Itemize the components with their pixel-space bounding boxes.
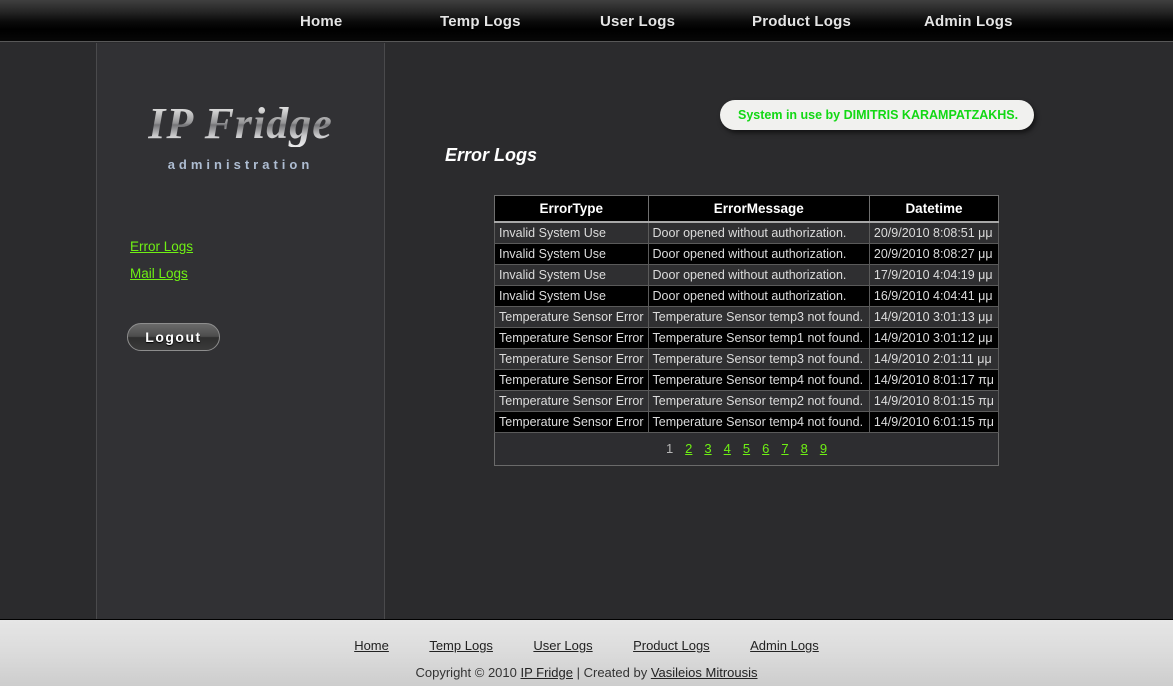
table-row: Invalid System Use Door opened without au… <box>494 243 1000 265</box>
error-logs-table: ErrorType ErrorMessage Datetime Invalid … <box>494 195 1000 466</box>
pagination-page-1: 1 <box>665 441 674 456</box>
footer-author-link[interactable]: Vasileios Mitrousis <box>651 665 758 680</box>
table-cell-errormessage: Temperature Sensor temp4 not found. <box>647 411 870 433</box>
table-row: Invalid System Use Door opened without au… <box>494 285 1000 307</box>
table-cell-errormessage: Temperature Sensor temp3 not found. <box>647 348 870 370</box>
table-head: ErrorType ErrorMessage Datetime <box>494 195 1000 223</box>
pagination-page-5[interactable]: 5 <box>743 441 750 456</box>
table-cell-errormessage: Temperature Sensor temp4 not found. <box>647 369 870 391</box>
sidebar-item-error-logs[interactable]: Error Logs <box>130 239 193 254</box>
table-row: Invalid System Use Door opened without au… <box>494 264 1000 286</box>
nav-item-temp-logs[interactable]: Temp Logs <box>440 13 600 30</box>
page-title: Error Logs <box>445 145 538 165</box>
table-cell-datetime: 17/9/2010 4:04:19 μμ <box>868 264 1000 286</box>
site-logo: IP Fridge <box>148 99 333 148</box>
nav-item-product-logs[interactable]: Product Logs <box>752 13 924 30</box>
table-cell-errormessage: Temperature Sensor temp3 not found. <box>647 306 870 328</box>
table-cell-errortype: Temperature Sensor Error <box>494 411 649 433</box>
table-row: Temperature Sensor Error Temperature Sens… <box>494 327 1000 349</box>
table-cell-datetime: 16/9/2010 4:04:41 μμ <box>868 285 1000 307</box>
table-row: Temperature Sensor Error Temperature Sens… <box>494 411 1000 433</box>
footer-navigation: Home Temp Logs User Logs Product Logs Ad… <box>0 637 1173 655</box>
table-cell-errormessage: Temperature Sensor temp1 not found. <box>647 327 870 349</box>
table-cell-errortype: Invalid System Use <box>494 264 649 286</box>
column-header-errortype[interactable]: ErrorType <box>494 195 649 223</box>
main-content: System in use by DIMITRIS KARAMPATZAKHS.… <box>386 43 1173 619</box>
footer-nav-temp-logs[interactable]: Temp Logs <box>429 638 493 653</box>
pagination-page-2[interactable]: 2 <box>685 441 692 456</box>
footer-site-link[interactable]: IP Fridge <box>520 665 573 680</box>
nav-item-admin-logs[interactable]: Admin Logs <box>924 13 1013 30</box>
table-cell-errortype: Invalid System Use <box>494 221 649 244</box>
copyright-prefix: Copyright © 2010 <box>415 665 521 680</box>
table-cell-errortype: Temperature Sensor Error <box>494 348 649 370</box>
table-cell-errortype: Temperature Sensor Error <box>494 306 649 328</box>
table-row: Temperature Sensor Error Temperature Sens… <box>494 348 1000 370</box>
top-header-bar: Home Temp Logs User Logs Product Logs Ad… <box>0 0 1173 42</box>
sidebar-item-mail-logs-row: Mail Logs <box>130 265 384 292</box>
table-cell-datetime: 20/9/2010 8:08:51 μμ <box>868 221 1000 244</box>
table-cell-datetime: 14/9/2010 3:01:12 μμ <box>868 327 1000 349</box>
table-cell-datetime: 20/9/2010 8:08:27 μμ <box>868 243 1000 265</box>
footer-nav-user-logs[interactable]: User Logs <box>533 638 592 653</box>
footer-nav-admin-logs[interactable]: Admin Logs <box>750 638 819 653</box>
logo-block: IP Fridge administration <box>97 43 384 172</box>
table-foot: 123456789 <box>494 432 999 466</box>
pagination-page-3[interactable]: 3 <box>704 441 711 456</box>
table-cell-errormessage: Temperature Sensor temp2 not found. <box>647 390 870 412</box>
table-row: Temperature Sensor Error Temperature Sens… <box>494 390 1000 412</box>
table-cell-errormessage: Door opened without authorization. <box>647 264 870 286</box>
pagination: 123456789 <box>660 441 833 456</box>
logout-button[interactable]: Logout <box>127 323 220 352</box>
table-cell-datetime: 14/9/2010 3:01:13 μμ <box>868 306 1000 328</box>
table-cell-errortype: Temperature Sensor Error <box>494 369 649 391</box>
pagination-page-4[interactable]: 4 <box>724 441 731 456</box>
sidebar-links: Error Logs Mail Logs <box>97 238 384 292</box>
table-cell-errormessage: Door opened without authorization. <box>647 285 870 307</box>
table-cell-datetime: 14/9/2010 6:01:15 πμ <box>868 411 1000 433</box>
table-cell-datetime: 14/9/2010 8:01:17 πμ <box>868 369 1000 391</box>
table-cell-errortype: Invalid System Use <box>494 243 649 265</box>
pagination-page-9[interactable]: 9 <box>820 441 827 456</box>
table-cell-errormessage: Door opened without authorization. <box>647 221 870 244</box>
table-row: Temperature Sensor Error Temperature Sens… <box>494 369 1000 391</box>
nav-item-user-logs[interactable]: User Logs <box>600 13 752 30</box>
pagination-row: 123456789 <box>494 432 999 466</box>
sidebar-item-mail-logs[interactable]: Mail Logs <box>130 266 188 281</box>
site-logo-subtitle: administration <box>167 157 314 173</box>
copyright-separator: | Created by <box>573 665 651 680</box>
table-body: Invalid System Use Door opened without au… <box>494 221 1000 433</box>
pagination-page-7[interactable]: 7 <box>781 441 788 456</box>
footer-nav-product-logs[interactable]: Product Logs <box>633 638 710 653</box>
column-header-errormessage[interactable]: ErrorMessage <box>647 195 870 223</box>
table-row: Temperature Sensor Error Temperature Sens… <box>494 306 1000 328</box>
logout-block: Logout <box>97 323 384 352</box>
pagination-page-6[interactable]: 6 <box>762 441 769 456</box>
primary-navigation: Home Temp Logs User Logs Product Logs Ad… <box>0 0 1173 42</box>
table-cell-errortype: Invalid System Use <box>494 285 649 307</box>
sidebar: IP Fridge administration Error Logs Mail… <box>96 43 385 619</box>
nav-item-home[interactable]: Home <box>300 13 440 30</box>
table-row: Invalid System Use Door opened without au… <box>494 221 1000 244</box>
table-cell-errortype: Temperature Sensor Error <box>494 390 649 412</box>
table-cell-datetime: 14/9/2010 8:01:15 πμ <box>868 390 1000 412</box>
table-header-row: ErrorType ErrorMessage Datetime <box>494 195 1000 223</box>
error-logs-table-wrapper: ErrorType ErrorMessage Datetime Invalid … <box>494 195 1000 466</box>
column-header-datetime[interactable]: Datetime <box>868 195 1000 223</box>
sidebar-item-error-logs-row: Error Logs <box>130 238 384 265</box>
footer-nav-home[interactable]: Home <box>354 638 389 653</box>
pagination-cell: 123456789 <box>494 432 999 466</box>
table-cell-errormessage: Door opened without authorization. <box>647 243 870 265</box>
footer-copyright: Copyright © 2010 IP Fridge | Created by … <box>0 665 1173 680</box>
page-shell: IP Fridge administration Error Logs Mail… <box>0 43 1173 619</box>
pagination-page-8[interactable]: 8 <box>801 441 808 456</box>
table-cell-errortype: Temperature Sensor Error <box>494 327 649 349</box>
system-in-use-notification: System in use by DIMITRIS KARAMPATZAKHS. <box>720 100 1035 130</box>
page-footer: Home Temp Logs User Logs Product Logs Ad… <box>0 619 1173 686</box>
table-cell-datetime: 14/9/2010 2:01:11 μμ <box>868 348 1000 370</box>
